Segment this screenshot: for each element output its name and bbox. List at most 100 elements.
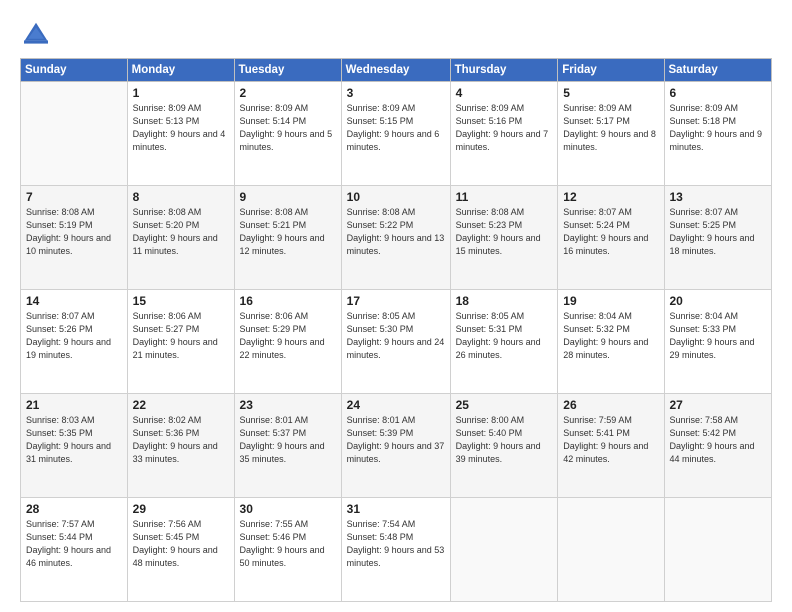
day-info: Sunrise: 8:07 AMSunset: 5:24 PMDaylight:…	[563, 206, 658, 258]
day-number: 17	[347, 294, 445, 308]
day-number: 2	[240, 86, 336, 100]
calendar-cell: 21 Sunrise: 8:03 AMSunset: 5:35 PMDayligh…	[21, 394, 128, 498]
day-number: 21	[26, 398, 122, 412]
calendar-week-row: 1Sunrise: 8:09 AMSunset: 5:13 PMDaylight…	[21, 82, 772, 186]
calendar-cell: 20 Sunrise: 8:04 AMSunset: 5:33 PMDayligh…	[664, 290, 772, 394]
day-number: 25	[456, 398, 553, 412]
calendar-cell: 26 Sunrise: 7:59 AMSunset: 5:41 PMDayligh…	[558, 394, 664, 498]
day-number: 13	[670, 190, 767, 204]
day-number: 22	[133, 398, 229, 412]
calendar-week-row: 14 Sunrise: 8:07 AMSunset: 5:26 PMDayligh…	[21, 290, 772, 394]
day-info: Sunrise: 8:06 AMSunset: 5:27 PMDaylight:…	[133, 310, 229, 362]
weekday-header-friday: Friday	[558, 59, 664, 82]
day-number: 5	[563, 86, 658, 100]
calendar-cell: 4Sunrise: 8:09 AMSunset: 5:16 PMDaylight…	[450, 82, 558, 186]
day-info: Sunrise: 8:08 AMSunset: 5:22 PMDaylight:…	[347, 206, 445, 258]
day-number: 30	[240, 502, 336, 516]
day-number: 6	[670, 86, 767, 100]
day-number: 20	[670, 294, 767, 308]
day-info: Sunrise: 7:59 AMSunset: 5:41 PMDaylight:…	[563, 414, 658, 466]
day-info: Sunrise: 7:58 AMSunset: 5:42 PMDaylight:…	[670, 414, 767, 466]
calendar-cell: 7 Sunrise: 8:08 AMSunset: 5:19 PMDaylight…	[21, 186, 128, 290]
logo	[20, 18, 56, 50]
calendar-cell: 27 Sunrise: 7:58 AMSunset: 5:42 PMDayligh…	[664, 394, 772, 498]
weekday-header-sunday: Sunday	[21, 59, 128, 82]
calendar-cell: 17 Sunrise: 8:05 AMSunset: 5:30 PMDayligh…	[341, 290, 450, 394]
calendar-cell: 14 Sunrise: 8:07 AMSunset: 5:26 PMDayligh…	[21, 290, 128, 394]
weekday-header-monday: Monday	[127, 59, 234, 82]
page: SundayMondayTuesdayWednesdayThursdayFrid…	[0, 0, 792, 612]
day-number: 12	[563, 190, 658, 204]
logo-icon	[20, 18, 52, 50]
weekday-header-saturday: Saturday	[664, 59, 772, 82]
day-number: 29	[133, 502, 229, 516]
day-info: Sunrise: 8:09 AMSunset: 5:14 PMDaylight:…	[240, 102, 336, 154]
day-number: 28	[26, 502, 122, 516]
day-number: 9	[240, 190, 336, 204]
calendar-header-row: SundayMondayTuesdayWednesdayThursdayFrid…	[21, 59, 772, 82]
day-info: Sunrise: 7:54 AMSunset: 5:48 PMDaylight:…	[347, 518, 445, 570]
day-info: Sunrise: 8:07 AMSunset: 5:26 PMDaylight:…	[26, 310, 122, 362]
calendar-cell: 19Sunrise: 8:04 AMSunset: 5:32 PMDayligh…	[558, 290, 664, 394]
day-number: 14	[26, 294, 122, 308]
calendar-cell	[664, 498, 772, 602]
day-number: 11	[456, 190, 553, 204]
day-info: Sunrise: 8:03 AMSunset: 5:35 PMDaylight:…	[26, 414, 122, 466]
header	[20, 18, 772, 50]
weekday-header-tuesday: Tuesday	[234, 59, 341, 82]
calendar-week-row: 28 Sunrise: 7:57 AMSunset: 5:44 PMDayligh…	[21, 498, 772, 602]
day-number: 27	[670, 398, 767, 412]
day-info: Sunrise: 8:05 AMSunset: 5:31 PMDaylight:…	[456, 310, 553, 362]
calendar-cell: 22 Sunrise: 8:02 AMSunset: 5:36 PMDayligh…	[127, 394, 234, 498]
calendar-cell: 25 Sunrise: 8:00 AMSunset: 5:40 PMDayligh…	[450, 394, 558, 498]
calendar-cell: 24Sunrise: 8:01 AMSunset: 5:39 PMDayligh…	[341, 394, 450, 498]
calendar-cell: 5 Sunrise: 8:09 AMSunset: 5:17 PMDaylight…	[558, 82, 664, 186]
calendar-cell: 2 Sunrise: 8:09 AMSunset: 5:14 PMDaylight…	[234, 82, 341, 186]
day-info: Sunrise: 8:09 AMSunset: 5:17 PMDaylight:…	[563, 102, 658, 154]
calendar-cell	[21, 82, 128, 186]
day-info: Sunrise: 8:06 AMSunset: 5:29 PMDaylight:…	[240, 310, 336, 362]
day-number: 16	[240, 294, 336, 308]
calendar-cell: 29 Sunrise: 7:56 AMSunset: 5:45 PMDayligh…	[127, 498, 234, 602]
day-info: Sunrise: 8:00 AMSunset: 5:40 PMDaylight:…	[456, 414, 553, 466]
day-info: Sunrise: 8:08 AMSunset: 5:21 PMDaylight:…	[240, 206, 336, 258]
calendar-cell: 31Sunrise: 7:54 AMSunset: 5:48 PMDayligh…	[341, 498, 450, 602]
calendar-week-row: 7 Sunrise: 8:08 AMSunset: 5:19 PMDaylight…	[21, 186, 772, 290]
day-number: 19	[563, 294, 658, 308]
calendar-cell: 30Sunrise: 7:55 AMSunset: 5:46 PMDayligh…	[234, 498, 341, 602]
day-info: Sunrise: 8:04 AMSunset: 5:33 PMDaylight:…	[670, 310, 767, 362]
day-info: Sunrise: 8:08 AMSunset: 5:20 PMDaylight:…	[133, 206, 229, 258]
day-info: Sunrise: 8:08 AMSunset: 5:19 PMDaylight:…	[26, 206, 122, 258]
calendar-cell: 23Sunrise: 8:01 AMSunset: 5:37 PMDayligh…	[234, 394, 341, 498]
day-number: 7	[26, 190, 122, 204]
calendar-cell	[558, 498, 664, 602]
calendar-cell: 8 Sunrise: 8:08 AMSunset: 5:20 PMDaylight…	[127, 186, 234, 290]
calendar-cell: 3Sunrise: 8:09 AMSunset: 5:15 PMDaylight…	[341, 82, 450, 186]
day-info: Sunrise: 8:09 AMSunset: 5:15 PMDaylight:…	[347, 102, 445, 154]
day-info: Sunrise: 8:01 AMSunset: 5:37 PMDaylight:…	[240, 414, 336, 466]
weekday-header-wednesday: Wednesday	[341, 59, 450, 82]
day-number: 15	[133, 294, 229, 308]
day-info: Sunrise: 8:09 AMSunset: 5:18 PMDaylight:…	[670, 102, 767, 154]
day-info: Sunrise: 8:02 AMSunset: 5:36 PMDaylight:…	[133, 414, 229, 466]
day-info: Sunrise: 8:09 AMSunset: 5:13 PMDaylight:…	[133, 102, 229, 154]
day-info: Sunrise: 8:07 AMSunset: 5:25 PMDaylight:…	[670, 206, 767, 258]
day-number: 8	[133, 190, 229, 204]
calendar-cell: 28 Sunrise: 7:57 AMSunset: 5:44 PMDayligh…	[21, 498, 128, 602]
day-number: 4	[456, 86, 553, 100]
calendar-cell: 6 Sunrise: 8:09 AMSunset: 5:18 PMDaylight…	[664, 82, 772, 186]
day-info: Sunrise: 7:57 AMSunset: 5:44 PMDaylight:…	[26, 518, 122, 570]
calendar-week-row: 21 Sunrise: 8:03 AMSunset: 5:35 PMDayligh…	[21, 394, 772, 498]
day-info: Sunrise: 7:56 AMSunset: 5:45 PMDaylight:…	[133, 518, 229, 570]
calendar-table: SundayMondayTuesdayWednesdayThursdayFrid…	[20, 58, 772, 602]
calendar-cell: 10 Sunrise: 8:08 AMSunset: 5:22 PMDayligh…	[341, 186, 450, 290]
calendar-cell: 15 Sunrise: 8:06 AMSunset: 5:27 PMDayligh…	[127, 290, 234, 394]
day-number: 10	[347, 190, 445, 204]
calendar-cell: 13 Sunrise: 8:07 AMSunset: 5:25 PMDayligh…	[664, 186, 772, 290]
weekday-header-thursday: Thursday	[450, 59, 558, 82]
day-number: 26	[563, 398, 658, 412]
calendar-cell: 1Sunrise: 8:09 AMSunset: 5:13 PMDaylight…	[127, 82, 234, 186]
day-info: Sunrise: 8:05 AMSunset: 5:30 PMDaylight:…	[347, 310, 445, 362]
calendar-cell: 9 Sunrise: 8:08 AMSunset: 5:21 PMDaylight…	[234, 186, 341, 290]
day-info: Sunrise: 8:08 AMSunset: 5:23 PMDaylight:…	[456, 206, 553, 258]
